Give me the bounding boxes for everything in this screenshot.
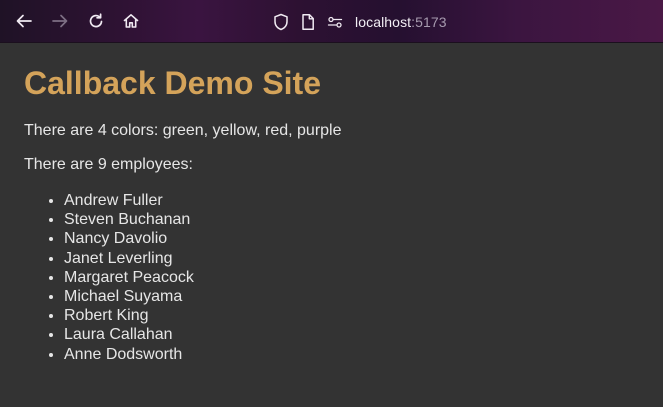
forward-button[interactable] <box>50 11 70 31</box>
list-item: Anne Dodsworth <box>64 345 644 364</box>
list-item: Andrew Fuller <box>64 191 644 210</box>
employees-summary: There are 9 employees: <box>24 156 193 173</box>
page-icon[interactable] <box>299 13 317 31</box>
address-bar[interactable]: localhost:5173 <box>272 10 447 34</box>
list-item: Janet Leverling <box>64 249 644 268</box>
url-port: :5173 <box>411 14 447 30</box>
home-icon <box>122 12 140 30</box>
browser-toolbar: localhost:5173 <box>0 0 663 43</box>
url-text[interactable]: localhost:5173 <box>355 14 447 30</box>
list-item: Margaret Peacock <box>64 268 644 287</box>
shield-icon[interactable] <box>272 13 290 31</box>
list-item: Michael Suyama <box>64 287 644 306</box>
url-host: localhost <box>355 14 412 30</box>
back-arrow-icon <box>15 12 33 30</box>
reload-button[interactable] <box>86 11 106 31</box>
list-item: Robert King <box>64 306 644 325</box>
home-button[interactable] <box>121 11 141 31</box>
forward-arrow-icon <box>51 12 69 30</box>
site-permissions-icon[interactable] <box>326 13 344 31</box>
employee-list: Andrew Fuller Steven Buchanan Nancy Davo… <box>24 191 644 364</box>
page-content: Callback Demo Site There are 4 colors: g… <box>24 43 644 364</box>
back-button[interactable] <box>14 11 34 31</box>
reload-icon <box>87 12 105 30</box>
list-item: Steven Buchanan <box>64 210 644 229</box>
page-title: Callback Demo Site <box>24 65 321 101</box>
colors-summary: There are 4 colors: green, yellow, red, … <box>24 122 342 139</box>
list-item: Nancy Davolio <box>64 229 644 248</box>
list-item: Laura Callahan <box>64 325 644 344</box>
